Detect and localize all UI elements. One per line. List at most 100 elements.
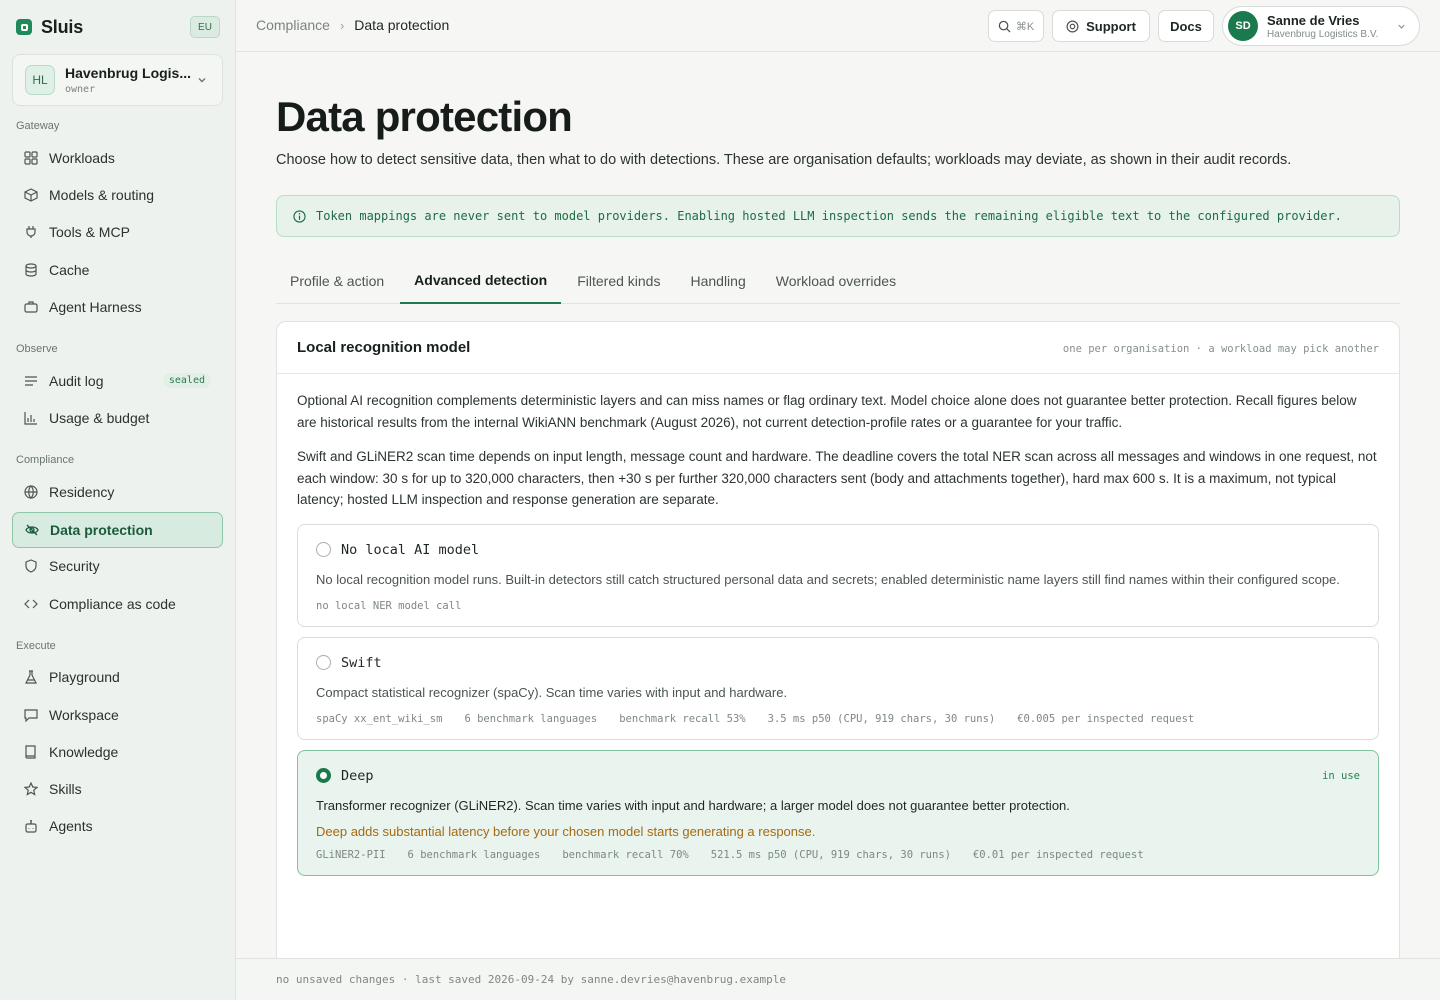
user-org: Havenbrug Logistics B.V. (1267, 28, 1379, 40)
radio-swift[interactable] (316, 655, 331, 670)
tab-workload-overrides[interactable]: Workload overrides (762, 258, 910, 304)
support-label: Support (1086, 18, 1136, 34)
sidebar-item-label: Models & routing (49, 187, 155, 203)
radio-deep[interactable] (316, 768, 331, 783)
database-icon (25, 263, 37, 277)
tab-profile-action[interactable]: Profile & action (276, 258, 398, 304)
sidebar-item-data-protection[interactable]: Data protection (12, 512, 223, 548)
user-menu[interactable]: SD Sanne de Vries Havenbrug Logistics B.… (1222, 6, 1420, 46)
info-banner: Token mappings are never sent to model p… (276, 195, 1400, 237)
bar-chart-icon (24, 412, 37, 425)
chevron-down-icon (198, 78, 206, 83)
tab-filtered-kinds[interactable]: Filtered kinds (563, 258, 674, 304)
breadcrumb-current: Data protection (354, 17, 450, 33)
brand-name: Sluis (41, 16, 84, 37)
sidebar-item-label: Tools & MCP (49, 224, 130, 240)
card-paragraph-2: Swift and GLiNER2 scan time depends on i… (297, 449, 1377, 507)
section-label-observe: Observe (16, 343, 58, 355)
meta-item: €0.005 per inspected request (1017, 712, 1195, 725)
sidebar-item-label: Compliance as code (49, 596, 176, 612)
option-description: Compact statistical recognizer (spaCy). … (316, 684, 788, 700)
lifebuoy-icon (1066, 20, 1079, 32)
avatar: SD (1228, 11, 1258, 41)
option-name: No local AI model (341, 541, 480, 558)
search-icon (998, 20, 1011, 33)
sidebar-item-label: Workloads (49, 150, 115, 166)
meta-item: 521.5 ms p50 (CPU, 919 chars, 30 runs) (710, 848, 951, 861)
sidebar-item-agent-harness[interactable]: Agent Harness (12, 289, 223, 325)
sidebar-item-label: Agent Harness (49, 299, 142, 315)
option-meta: no local NER model call (316, 600, 1360, 626)
tab-advanced-detection[interactable]: Advanced detection (400, 258, 562, 304)
option-description: No local recognition model runs. Built-i… (316, 571, 1340, 587)
brand[interactable]: Sluis EU (16, 14, 220, 40)
option-no-local-model[interactable]: No local AI model No local recognition m… (297, 523, 1379, 627)
page-title: Data protection (276, 93, 573, 140)
sidebar-item-compliance-as-code[interactable]: Compliance as code (12, 586, 223, 622)
in-use-badge: in use (1322, 769, 1360, 782)
search-button[interactable]: ⌘K (988, 10, 1044, 42)
meta-item: 6 benchmark languages (407, 848, 541, 861)
flask-icon (25, 670, 37, 684)
radio-no-local-model[interactable] (316, 542, 331, 557)
support-button[interactable]: Support (1052, 10, 1150, 42)
sidebar-item-workspace[interactable]: Workspace (12, 697, 223, 733)
breadcrumb: Compliance › Data protection (256, 17, 449, 33)
card-title: Local recognition model (297, 339, 471, 356)
star-icon (24, 782, 38, 796)
meta-item: 6 benchmark languages (464, 712, 598, 725)
book-icon (25, 745, 36, 759)
breadcrumb-parent[interactable]: Compliance (256, 17, 330, 33)
banner-text: Token mappings are never sent to model p… (316, 209, 1342, 223)
tab-handling[interactable]: Handling (676, 258, 759, 304)
search-shortcut: ⌘K (1015, 20, 1035, 33)
user-name: Sanne de Vries (1267, 12, 1360, 28)
tab-bar: Profile & action Advanced detection Filt… (276, 258, 1400, 304)
docs-label: Docs (1170, 18, 1202, 34)
plug-icon (26, 226, 36, 238)
chat-icon (24, 709, 38, 722)
sidebar: Sluis EU HL Havenbrug Logis... owner Gat… (0, 0, 236, 1000)
section-label-execute: Execute (16, 640, 56, 652)
option-meta: spaCy xx_ent_wiki_sm 6 benchmark languag… (316, 713, 1360, 739)
option-deep[interactable]: Deep in use Transformer recognizer (GLiN… (297, 749, 1379, 876)
sidebar-item-label: Workspace (49, 707, 119, 723)
sidebar-item-cache[interactable]: Cache (12, 252, 223, 288)
meta-item: €0.01 per inspected request (972, 848, 1144, 861)
cube-icon (24, 188, 38, 202)
docs-button[interactable]: Docs (1158, 10, 1214, 42)
region-badge: EU (190, 16, 220, 38)
option-name: Deep (341, 767, 374, 784)
option-description: Transformer recognizer (GLiNER2). Scan t… (316, 797, 1070, 813)
sidebar-item-playground[interactable]: Playground (12, 659, 223, 695)
org-switcher[interactable]: HL Havenbrug Logis... owner (12, 54, 223, 106)
list-icon (25, 376, 37, 386)
org-name: Havenbrug Logis... (65, 65, 192, 81)
sidebar-item-audit-log[interactable]: Audit log sealed (12, 363, 223, 399)
sidebar-item-usage-budget[interactable]: Usage & budget (12, 400, 223, 436)
sidebar-item-label: Audit log (49, 373, 104, 389)
meta-item: benchmark recall 70% (562, 848, 689, 861)
section-label-gateway: Gateway (16, 120, 60, 132)
option-name: Swift (341, 654, 382, 671)
section-label-compliance: Compliance (16, 454, 75, 466)
sidebar-item-security[interactable]: Security (12, 548, 223, 584)
sidebar-item-agents[interactable]: Agents (12, 808, 223, 844)
sidebar-item-tools-mcp[interactable]: Tools & MCP (12, 214, 223, 250)
code-icon (24, 599, 38, 609)
sidebar-item-workloads[interactable]: Workloads (12, 140, 223, 176)
globe-icon (24, 485, 38, 499)
latency-warning: Deep adds substantial latency before you… (316, 823, 816, 839)
briefcase-icon (24, 301, 38, 313)
sidebar-item-knowledge[interactable]: Knowledge (12, 734, 223, 770)
save-status: no unsaved changes · last saved 2026-09-… (276, 973, 786, 986)
sidebar-item-skills[interactable]: Skills (12, 771, 223, 807)
option-meta: GLiNER2-PII 6 benchmark languages benchm… (316, 849, 1360, 875)
top-bar: Compliance › Data protection ⌘K Support … (236, 0, 1440, 52)
sidebar-item-residency[interactable]: Residency (12, 474, 223, 510)
option-swift[interactable]: Swift Compact statistical recognizer (sp… (297, 636, 1379, 740)
sidebar-item-models-routing[interactable]: Models & routing (12, 177, 223, 213)
org-avatar: HL (25, 65, 55, 95)
sidebar-item-label: Cache (49, 262, 90, 278)
card-paragraph-1: Optional AI recognition complements dete… (297, 393, 1357, 430)
